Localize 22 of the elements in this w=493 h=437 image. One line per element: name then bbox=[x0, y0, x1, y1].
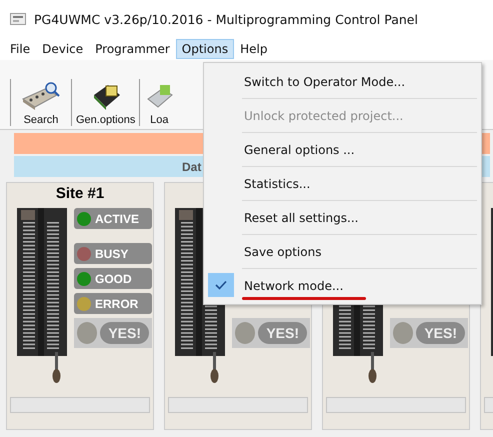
status-led bbox=[393, 322, 414, 344]
status-indicator: BUSY bbox=[74, 243, 152, 264]
status-indicator: ACTIVE bbox=[74, 208, 152, 229]
toolbar-button[interactable]: Gen.options bbox=[71, 79, 140, 126]
window-title: PG4UWMC v3.26p/10.2016 - Multiprogramming Control Panel bbox=[34, 12, 418, 26]
toolbar-button[interactable]: Search bbox=[10, 79, 71, 126]
menu-item[interactable]: Device bbox=[36, 39, 90, 59]
toolbar-button[interactable]: Loa bbox=[139, 79, 178, 126]
status-indicator: GOOD bbox=[74, 268, 152, 289]
menu-item[interactable]: File bbox=[4, 39, 36, 59]
menu-item[interactable]: Options bbox=[176, 39, 234, 59]
menu-item[interactable]: Help bbox=[234, 39, 274, 59]
menu-option[interactable]: Reset all settings... bbox=[204, 201, 481, 234]
status-indicator: ERROR bbox=[74, 293, 152, 314]
menu-option[interactable]: Save options bbox=[204, 235, 481, 268]
menu-option[interactable]: Network mode... bbox=[204, 269, 481, 302]
status-led bbox=[235, 322, 256, 344]
app-icon bbox=[10, 13, 26, 25]
menu-option[interactable]: Switch to Operator Mode... bbox=[204, 65, 481, 98]
site-title: Site #1 bbox=[54, 184, 106, 204]
menu-item[interactable]: Programmer bbox=[89, 39, 176, 59]
status-led bbox=[77, 322, 98, 344]
